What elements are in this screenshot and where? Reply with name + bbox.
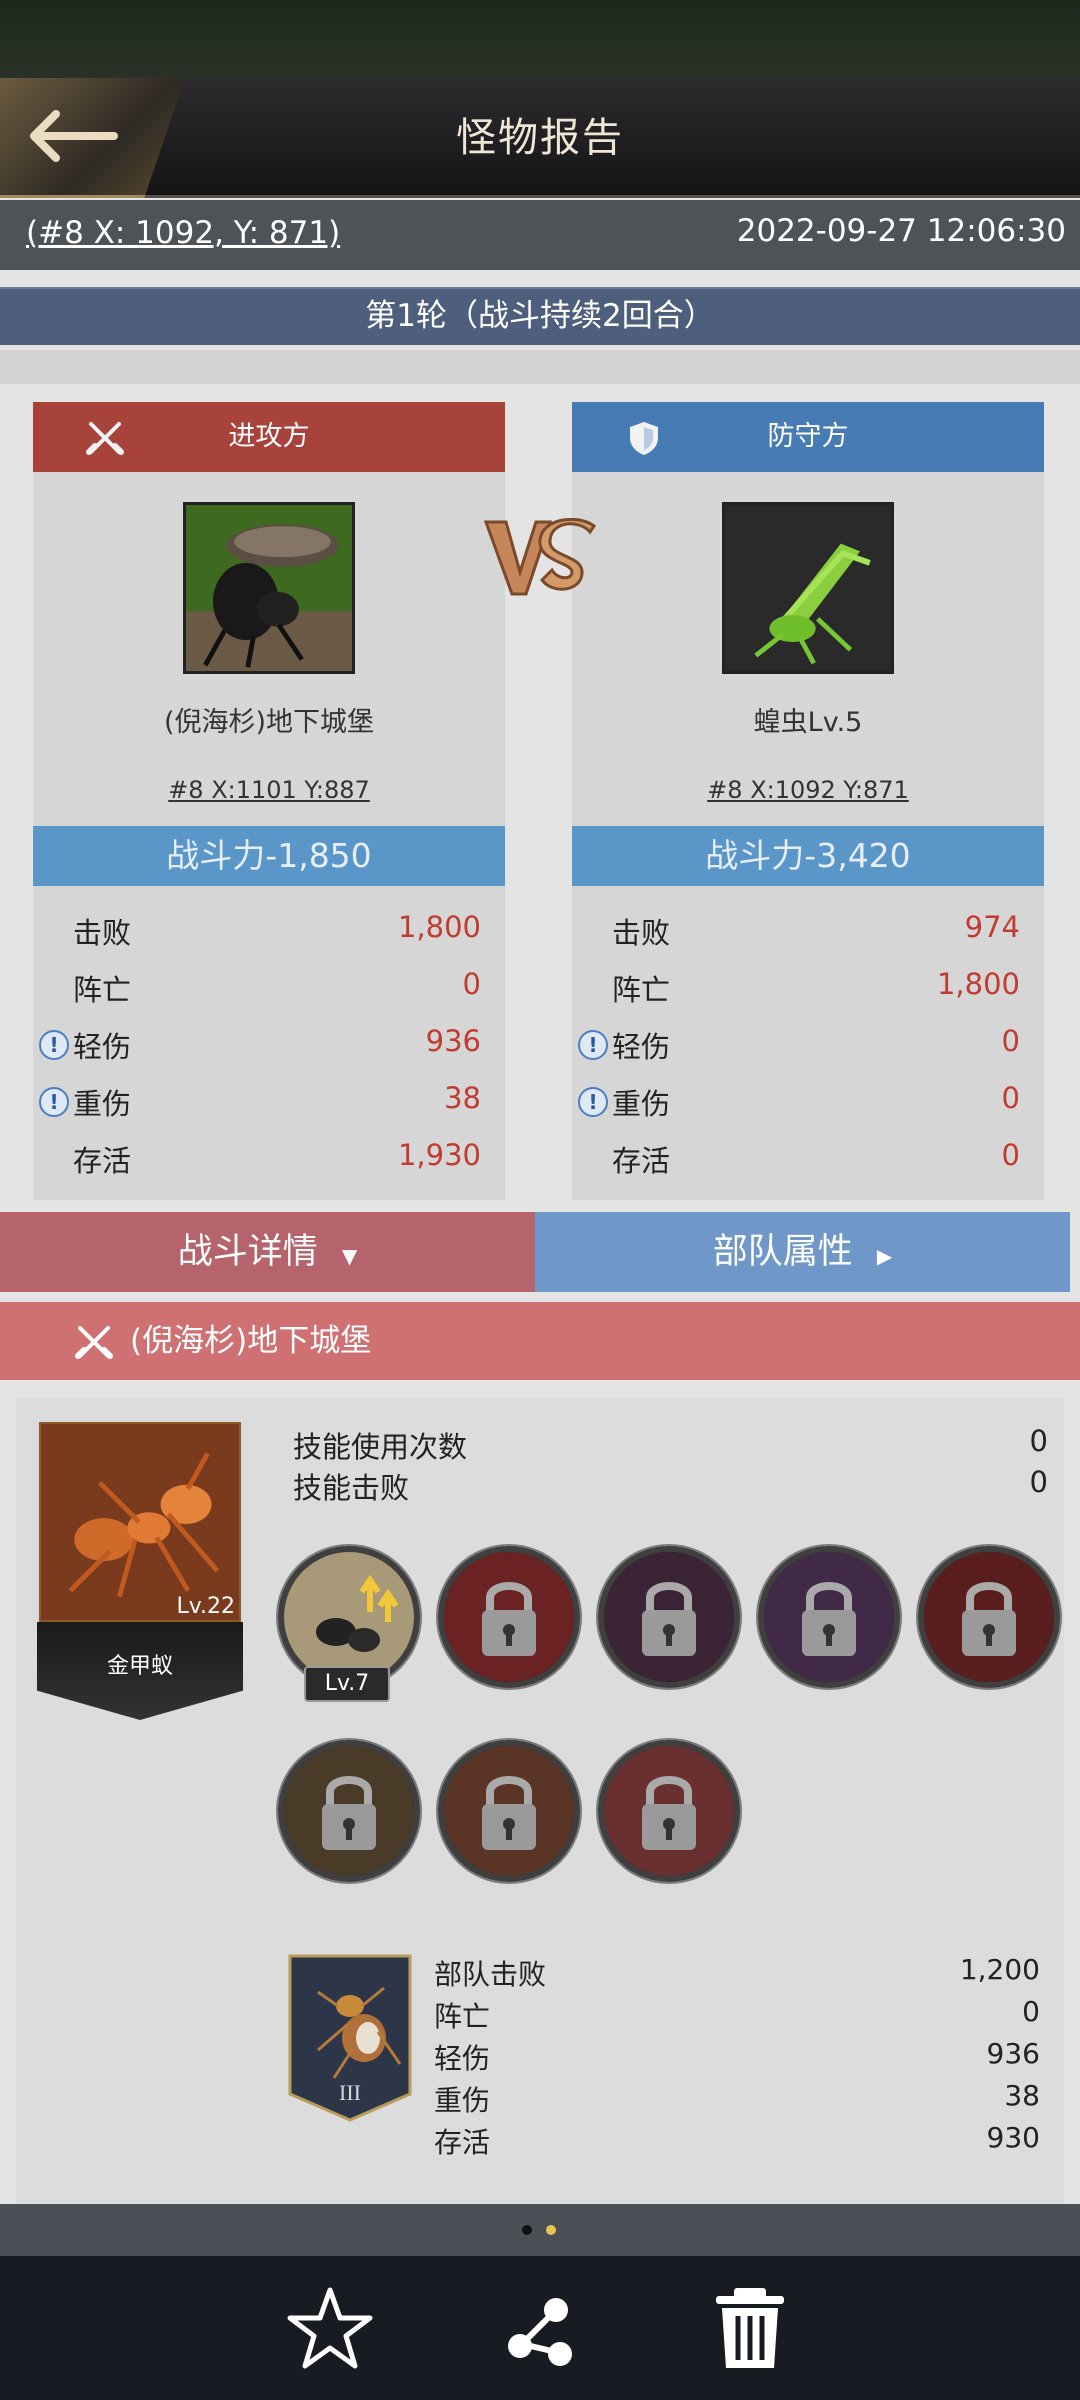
star-icon[interactable] xyxy=(284,2282,376,2374)
page-dot-active[interactable] xyxy=(546,2225,556,2235)
stat-value: 1,800 xyxy=(397,910,481,944)
attacker-name: (倪海杉)地下城堡 xyxy=(163,707,375,738)
skill-kills-value: 0 xyxy=(1029,1465,1048,1499)
hero-card[interactable]: Lv.22 金甲蚁 xyxy=(37,1420,243,1720)
locked-skill-icon[interactable] xyxy=(438,1740,580,1882)
defender-portrait[interactable] xyxy=(722,502,894,674)
pagination-bar xyxy=(0,2204,1080,2256)
stat-value: 974 xyxy=(964,910,1020,944)
coordinate-link[interactable]: (#8 X: 1092, Y: 871) xyxy=(26,215,340,251)
troop-stat-value: 1,200 xyxy=(959,1953,1040,1986)
troop-stat-value: 0 xyxy=(1022,1995,1040,2028)
locked-skill-icon[interactable] xyxy=(438,1546,580,1688)
troop-stat-value: 930 xyxy=(986,2121,1040,2154)
defender-stat-row: ! 重伤 0 xyxy=(572,1073,1044,1129)
stat-label: 阵亡 xyxy=(612,973,671,1007)
defender-stat-row: ! 轻伤 0 xyxy=(572,1016,1044,1072)
page-dot[interactable] xyxy=(522,2225,532,2235)
defender-label: 防守方 xyxy=(767,421,849,452)
skill-uses-value: 0 xyxy=(1029,1424,1048,1458)
attacker-stat-row: 阵亡 0 xyxy=(33,959,505,1015)
report-timestamp: 2022-09-27 12:06:30 xyxy=(736,213,1066,249)
divider-strip xyxy=(0,350,1080,384)
troop-stat-label: 重伤 xyxy=(434,2084,491,2117)
top-background xyxy=(0,0,1080,80)
locked-skill-icon[interactable] xyxy=(278,1740,420,1882)
stat-label: 存活 xyxy=(612,1144,671,1178)
locked-skill-icon[interactable] xyxy=(758,1546,900,1688)
stat-label: 重伤 xyxy=(612,1087,671,1121)
stat-label: 轻伤 xyxy=(73,1030,132,1064)
stat-label: 击败 xyxy=(73,916,132,950)
stat-value: 0 xyxy=(1001,1081,1020,1115)
troop-stat-label: 部队击败 xyxy=(434,1958,547,1991)
hero-name: 金甲蚁 xyxy=(106,1654,173,1679)
info-icon[interactable]: ! xyxy=(578,1087,608,1117)
triangle-down-icon: ▼ xyxy=(341,1244,358,1268)
trash-icon[interactable] xyxy=(704,2282,796,2374)
svg-text:III: III xyxy=(339,2080,361,2105)
attacker-stat-row: ! 重伤 38 xyxy=(33,1073,505,1129)
attacker-stat-row: 存活 1,930 xyxy=(33,1130,505,1186)
stat-value: 0 xyxy=(1001,1138,1020,1172)
defender-stat-row: 击败 974 xyxy=(572,902,1044,958)
tab-battle-details-label: 战斗详情 ▼ xyxy=(177,1232,358,1272)
page-title: 怪物报告 xyxy=(456,115,624,161)
troop-stat-label: 轻伤 xyxy=(434,2042,491,2075)
defender-location-link[interactable]: #8 X:1092 Y:871 xyxy=(572,776,1044,804)
stat-value: 38 xyxy=(444,1081,481,1115)
troop-stat-value: 38 xyxy=(1004,2079,1040,2112)
attacker-power: 战斗力-1,850 xyxy=(166,836,372,875)
tab-troop-attributes-label: 部队属性 ▶ xyxy=(712,1232,893,1272)
stat-label: 阵亡 xyxy=(73,973,132,1007)
attacker-stat-row: 击败 1,800 xyxy=(33,902,505,958)
defender-stat-row: 存活 0 xyxy=(572,1130,1044,1186)
stat-value: 936 xyxy=(425,1024,481,1058)
versus-emblem xyxy=(483,517,597,596)
stat-value: 0 xyxy=(1001,1024,1020,1058)
attacker-panel: 进攻方 (倪海杉)地下城堡 #8 X:1101 Y:887 战斗力-1,850 … xyxy=(33,402,505,1200)
stat-label: 重伤 xyxy=(73,1087,132,1121)
triangle-right-icon: ▶ xyxy=(876,1244,893,1268)
attacker-stat-row: ! 轻伤 936 xyxy=(33,1016,505,1072)
stat-value: 1,800 xyxy=(936,967,1020,1001)
info-icon[interactable]: ! xyxy=(578,1030,608,1060)
troop-stat-label: 阵亡 xyxy=(434,2000,491,2033)
attacker-portrait[interactable] xyxy=(183,502,355,674)
locked-skill-icon[interactable] xyxy=(598,1740,740,1882)
info-icon[interactable]: ! xyxy=(39,1087,69,1117)
info-icon[interactable]: ! xyxy=(39,1030,69,1060)
skill-level-badge: Lv.7 xyxy=(304,1666,390,1702)
locked-skill-icon[interactable] xyxy=(918,1546,1060,1688)
stat-label: 存活 xyxy=(73,1144,132,1178)
troop-tier-badge[interactable]: III xyxy=(288,1954,412,2122)
skill-kills-label: 技能击败 xyxy=(293,1471,410,1505)
hero-portrait xyxy=(39,1422,241,1622)
skill-uses-label: 技能使用次数 xyxy=(293,1430,468,1464)
defender-name: 蝗虫Lv.5 xyxy=(753,707,863,738)
round-label: 第1轮（战斗持续2回合） xyxy=(365,298,715,334)
crossed-swords-icon xyxy=(75,1326,113,1359)
stat-label: 击败 xyxy=(612,916,671,950)
locked-skill-icon[interactable] xyxy=(598,1546,740,1688)
stat-value: 0 xyxy=(462,967,481,1001)
troop-stat-label: 存活 xyxy=(434,2126,491,2159)
share-icon[interactable] xyxy=(494,2282,586,2374)
tab-battle-details[interactable]: 战斗详情 ▼ xyxy=(0,1212,535,1292)
troop-stat-value: 936 xyxy=(986,2037,1040,2070)
stat-label: 轻伤 xyxy=(612,1030,671,1064)
defender-panel: 防守方 蝗虫Lv.5 #8 X:1092 Y:871 战斗力-3,420 击败 … xyxy=(572,402,1044,1200)
defender-stat-row: 阵亡 1,800 xyxy=(572,959,1044,1015)
tab-troop-attributes[interactable]: 部队属性 ▶ xyxy=(535,1212,1070,1292)
hero-level: Lv.22 xyxy=(176,1594,235,1619)
attacker-detail-title: (倪海杉)地下城堡 xyxy=(130,1323,372,1359)
attacker-label: 进攻方 xyxy=(228,421,310,452)
attacker-location-link[interactable]: #8 X:1101 Y:887 xyxy=(33,776,505,804)
defender-power: 战斗力-3,420 xyxy=(705,836,911,875)
stat-value: 1,930 xyxy=(397,1138,481,1172)
